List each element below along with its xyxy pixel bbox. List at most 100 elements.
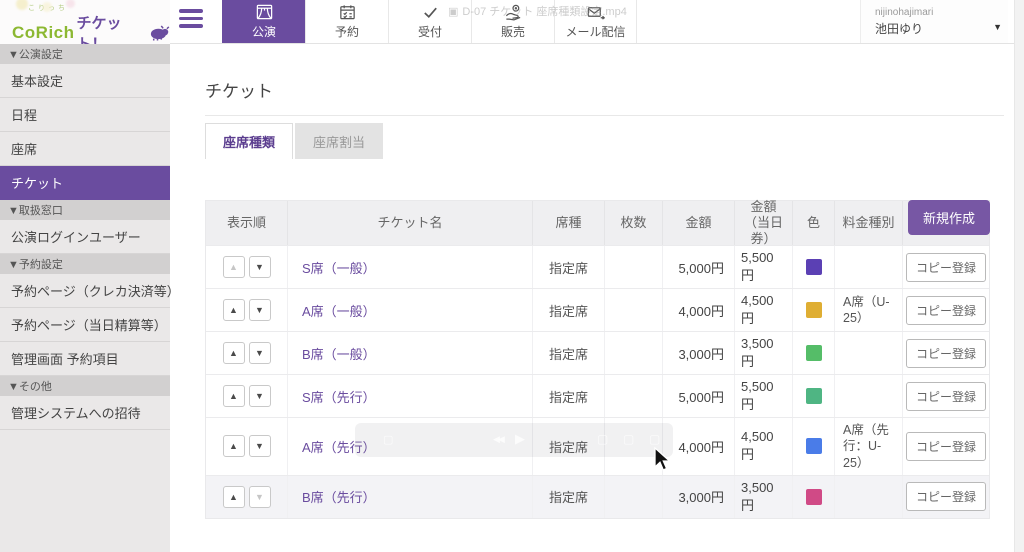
quantity-cell [605,375,663,417]
menu-icon[interactable] [179,9,205,33]
color-cell [793,375,835,417]
color-swatch [806,259,822,275]
move-up-button[interactable]: ▲ [223,385,245,407]
decor-dot [16,0,28,10]
color-swatch [806,438,822,454]
price-cell: 5,000円 [663,375,735,417]
copy-register-button[interactable]: コピー登録 [906,296,986,325]
decor-dot [42,2,52,12]
fee-type-cell: A席（U-25） [835,289,903,331]
display-order-cell: ▲▼ [206,246,288,288]
seat-type-cell: 指定席 [533,332,605,374]
price-cell: 3,000円 [663,476,735,518]
color-cell [793,289,835,331]
price-cell: 5,000円 [663,246,735,288]
fee-type-cell [835,246,903,288]
sidebar-item[interactable]: チケット [0,166,170,200]
column-header: 席種 [533,201,605,245]
color-cell [793,332,835,374]
copy-register-button[interactable]: コピー登録 [906,253,986,282]
sidebar-nav: ▼公演設定基本設定日程座席チケット▼取扱窓口公演ログインユーザー▼予約設定予約ペ… [0,44,170,430]
ticket-name-link[interactable]: B席（一般） [302,344,376,363]
ticket-name-cell: A席（一般） [288,289,533,331]
ticket-name-link[interactable]: A席（先行） [302,437,376,456]
seat-type-cell: 指定席 [533,289,605,331]
hand-coin-icon [504,3,523,22]
move-down-button[interactable]: ▼ [249,435,271,457]
day-price-cell: 4,500円 [735,418,793,475]
move-up-button[interactable]: ▲ [223,256,245,278]
seat-type-cell: 指定席 [533,418,605,475]
day-price-cell: 4,500円 [735,289,793,331]
copy-register-button[interactable]: コピー登録 [906,432,986,461]
move-up-button[interactable]: ▲ [223,435,245,457]
ticket-name-link[interactable]: S席（一般） [302,258,376,277]
topnav-tab-yoyaku[interactable]: 予約 [305,0,388,43]
create-new-button-top[interactable]: 新規作成 [908,200,990,235]
topnav-tab-hanbai[interactable]: 販売 [471,0,554,43]
sidebar-item[interactable]: 予約ページ（クレカ決済等） [0,274,170,308]
fee-type-cell [835,375,903,417]
user-org: nijinohajimari [875,7,1008,18]
move-up-button[interactable]: ▲ [223,299,245,321]
topnav-tab-label: 受付 [418,23,442,40]
seat-type-cell: 指定席 [533,476,605,518]
copy-cell: コピー登録 [903,375,989,417]
sidebar-item[interactable]: 座席 [0,132,170,166]
display-order-cell: ▲▼ [206,332,288,374]
move-down-button[interactable]: ▼ [249,486,271,508]
table-row: ▲▼B席（一般）指定席3,000円3,500円コピー登録 [206,331,989,374]
move-down-button[interactable]: ▼ [249,385,271,407]
sidebar-item[interactable]: 公演ログインユーザー [0,220,170,254]
topnav-tab-uketsuke[interactable]: 受付 [388,0,471,43]
day-price-cell: 3,500円 [735,332,793,374]
copy-register-button[interactable]: コピー登録 [906,339,986,368]
copy-cell: コピー登録 [903,332,989,374]
sidebar-section-header: ▼予約設定 [0,254,170,274]
copy-register-button[interactable]: コピー登録 [906,382,986,411]
vertical-scrollbar[interactable] [1014,0,1024,552]
check-icon [421,3,440,22]
move-up-button[interactable]: ▲ [223,486,245,508]
color-cell [793,476,835,518]
divider [205,115,1004,116]
mail-icon [586,3,605,22]
ticket-name-link[interactable]: B席（先行） [302,487,376,506]
topnav-tab-label: 販売 [501,23,525,40]
seat-types-panel: 新規作成 表示順チケット名席種枚数金額金額 （当日券）色料金種別コピー登録 ▲▼… [205,200,990,552]
topnav-tab-label: 公演 [252,23,276,40]
move-down-button[interactable]: ▼ [249,299,271,321]
sidebar-item[interactable]: 日程 [0,98,170,132]
sidebar-item[interactable]: 管理システムへの招待 [0,396,170,430]
table-row: ▲▼B席（先行）指定席3,000円3,500円コピー登録 [206,475,989,518]
topnav-tab-koen[interactable]: 公演 [222,0,305,43]
user-menu[interactable]: nijinohajimari 池田ゆり ▼ [860,0,1008,43]
sheep-icon [149,24,170,42]
color-swatch [806,388,822,404]
ticket-name-cell: B席（一般） [288,332,533,374]
sidebar-item[interactable]: 予約ページ（当日精算等） [0,308,170,342]
copy-register-button[interactable]: コピー登録 [906,482,986,511]
move-down-button[interactable]: ▼ [249,342,271,364]
sidebar-item[interactable]: 基本設定 [0,64,170,98]
tab-seat-assignment[interactable]: 座席割当 [295,123,383,159]
brand-name: CoRich [12,23,75,43]
sidebar: こりっち CoRich チケット！ ▼公演設定基本設定日程座席チケット▼取扱窓口… [0,0,170,552]
brand-logo[interactable]: こりっち CoRich チケット！ [0,0,170,44]
topnav-tab-mail[interactable]: メール配信 [554,0,637,43]
move-down-button[interactable]: ▼ [249,256,271,278]
move-up-button[interactable]: ▲ [223,342,245,364]
sidebar-section-header: ▼その他 [0,376,170,396]
column-header: 金額 [663,201,735,245]
tab-seat-types[interactable]: 座席種類 [205,123,293,159]
ticket-name-link[interactable]: A席（一般） [302,301,376,320]
sidebar-item[interactable]: 管理画面 予約項目 [0,342,170,376]
column-header: 枚数 [605,201,663,245]
ticket-name-link[interactable]: S席（先行） [302,387,376,406]
topnav-tabs: 公演 予約 受付 販売 [222,0,637,43]
display-order-cell: ▲▼ [206,476,288,518]
day-price-cell: 5,500円 [735,246,793,288]
fee-type-cell [835,332,903,374]
copy-cell: コピー登録 [903,418,989,475]
column-header: 金額 （当日券） [735,201,793,245]
